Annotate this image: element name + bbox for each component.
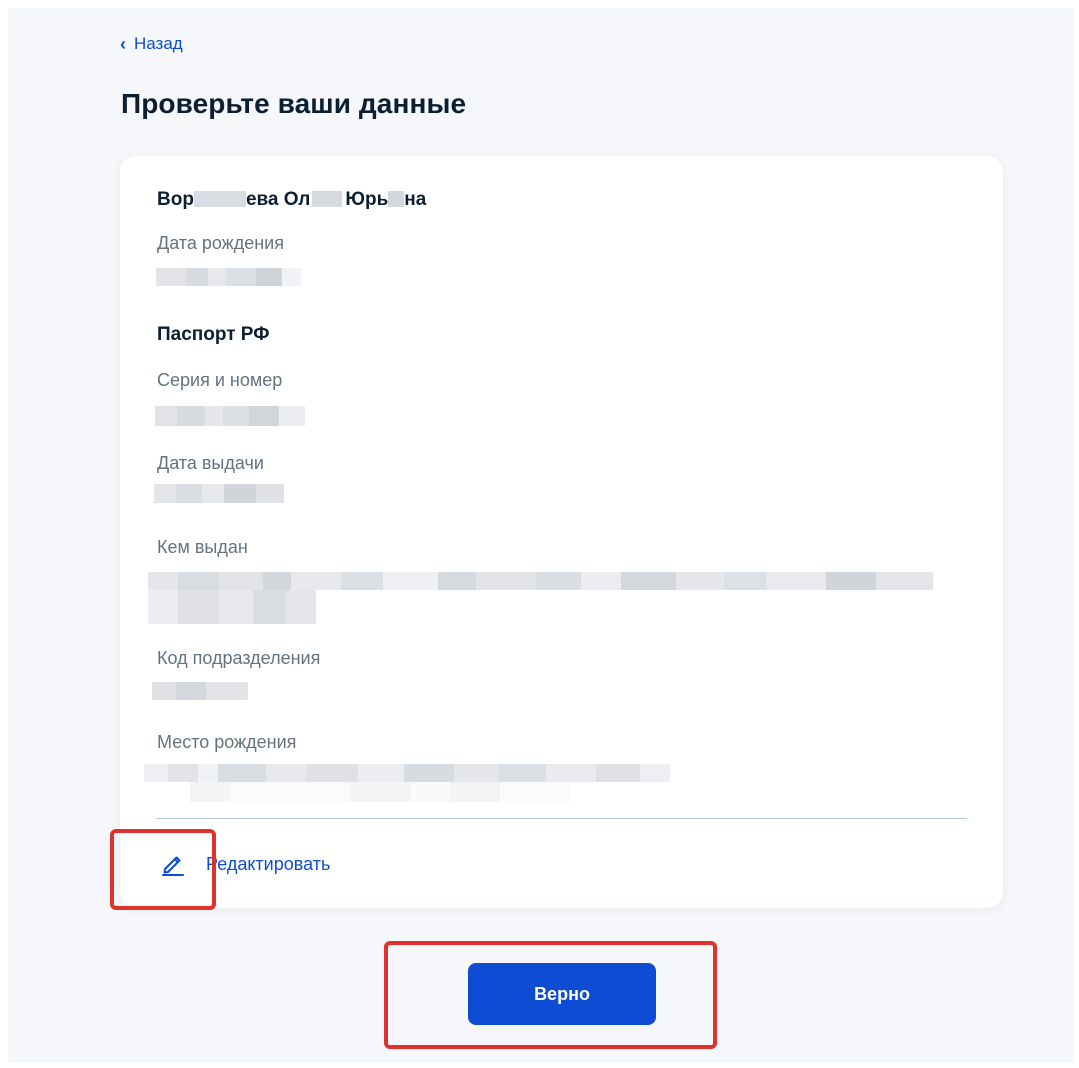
division-code-label: Код подразделения bbox=[157, 648, 321, 668]
redacted-block bbox=[388, 191, 405, 207]
edit-label: Редактировать bbox=[206, 853, 331, 874]
issue-date-label: Дата выдачи bbox=[157, 453, 264, 473]
redacted-birth-place-line-1 bbox=[144, 764, 690, 782]
chevron-left-icon: ‹ bbox=[120, 34, 126, 54]
personal-data-card: Вор ева Ол Юрь на Дата рождения Паспорт РФ … bbox=[120, 156, 1003, 908]
birth-date-label: Дата рождения bbox=[157, 233, 284, 253]
issued-by-label: Кем выдан bbox=[157, 537, 248, 557]
name-part: на bbox=[404, 189, 427, 210]
redacted-birth-place-line-2 bbox=[190, 782, 570, 802]
series-number-label: Серия и номер bbox=[157, 370, 283, 390]
highlight-frame-confirm bbox=[384, 941, 717, 1049]
birth-place-label: Место рождения bbox=[157, 732, 297, 752]
person-full-name: Вор ева Ол Юрь на bbox=[157, 189, 426, 211]
name-part: Юрь bbox=[345, 189, 389, 210]
page-title: Проверьте ваши данные bbox=[121, 88, 467, 119]
redacted-issue-date bbox=[154, 484, 284, 503]
divider bbox=[156, 818, 967, 819]
name-part: ева Ол bbox=[245, 189, 311, 210]
redacted-issued-by-line-2 bbox=[148, 590, 316, 624]
redacted-division-code bbox=[152, 682, 248, 700]
name-part: Вор bbox=[157, 189, 194, 210]
redacted-issued-by-line-1 bbox=[148, 572, 933, 590]
back-link[interactable]: ‹ Назад bbox=[120, 34, 183, 54]
redacted-block bbox=[193, 191, 246, 207]
highlight-frame-edit bbox=[110, 829, 216, 910]
redacted-block bbox=[312, 191, 343, 207]
redacted-series-number bbox=[155, 406, 305, 426]
passport-section-title: Паспорт РФ bbox=[157, 324, 270, 345]
back-label: Назад bbox=[134, 34, 183, 53]
redacted-birth-date bbox=[156, 268, 301, 286]
